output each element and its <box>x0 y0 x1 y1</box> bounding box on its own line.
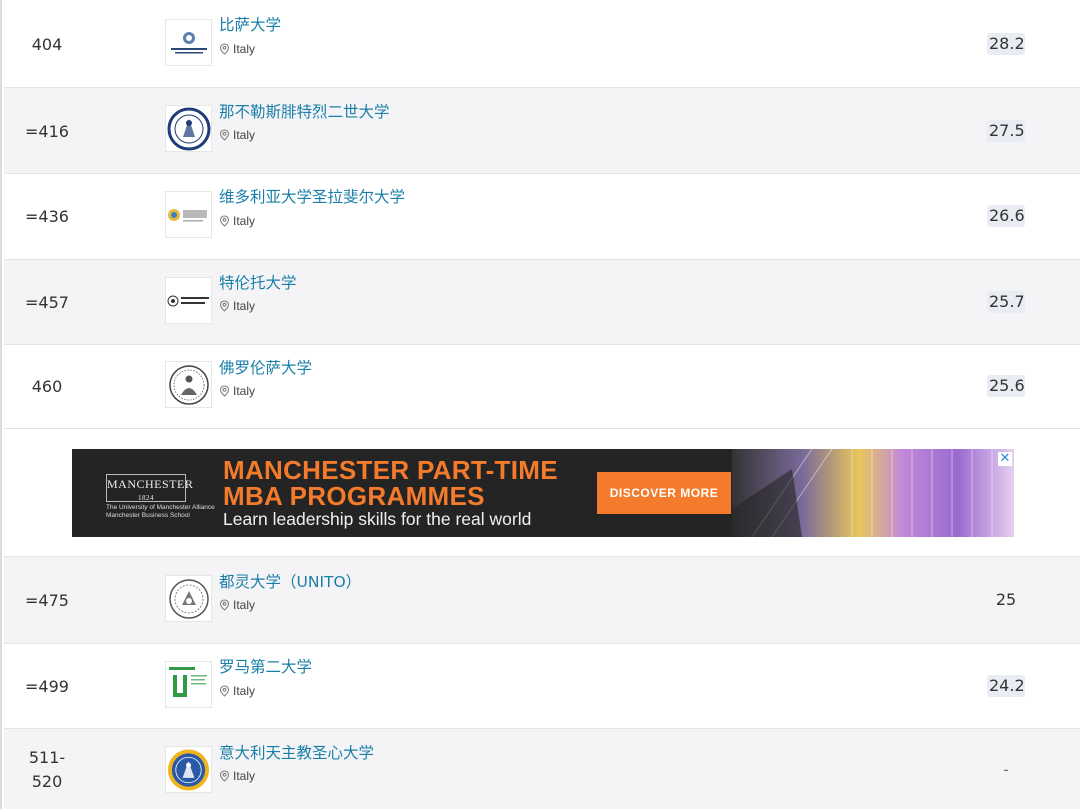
score-badge: 25.6 <box>987 375 1025 397</box>
university-of-pisa-logo[interactable] <box>165 19 212 66</box>
score-badge: 26.6 <box>987 205 1025 227</box>
manchester-logo: MANCHESTER 1824 <box>106 474 193 502</box>
unisr-logo[interactable] <box>165 191 212 238</box>
location-pin-icon <box>219 599 230 611</box>
score-badge: 25.7 <box>987 291 1025 313</box>
discover-more-button[interactable]: DISCOVER MORE <box>597 472 731 514</box>
location-pin-icon <box>219 129 230 141</box>
sacred-heart-seal[interactable] <box>165 746 212 793</box>
ad-logo-subtitle: The University of Manchester Alliance Ma… <box>106 504 215 519</box>
location-pin-icon <box>219 770 230 782</box>
rank-cell: 511- 520 <box>28 748 66 791</box>
florence-seal[interactable] <box>165 361 212 408</box>
university-name-link[interactable]: 意大利天主教圣心大学 <box>219 743 374 763</box>
university-name-link[interactable]: 佛罗伦萨大学 <box>219 358 312 378</box>
location: Italy <box>219 298 255 314</box>
score-badge: - <box>1003 760 1009 779</box>
university-name-link[interactable]: 比萨大学 <box>219 15 281 35</box>
tor-vergata-logo[interactable] <box>165 661 212 708</box>
table-row: =457 特伦托大学 Italy 25.7 <box>4 259 1080 344</box>
location: Italy <box>219 213 255 229</box>
location: Italy <box>219 383 255 399</box>
naples-federico-ii-seal[interactable] <box>165 105 212 152</box>
location-text: Italy <box>233 42 256 56</box>
ad-banner[interactable]: MANCHESTER 1824 The University of Manche… <box>72 449 1014 537</box>
location: Italy <box>219 127 255 143</box>
university-name-link[interactable]: 那不勒斯腓特烈二世大学 <box>219 102 390 122</box>
table-row: 404 比萨大学 Italy 28.2 <box>4 0 1080 87</box>
location-text: Italy <box>233 299 256 313</box>
ad-tagline: Learn leadership skills for the real wor… <box>223 509 532 529</box>
rank-cell: =436 <box>25 207 69 226</box>
turin-seal[interactable] <box>165 575 212 622</box>
university-name-link[interactable]: 罗马第二大学 <box>219 657 312 677</box>
score-badge: 24.2 <box>987 675 1025 697</box>
university-of-trento-logo[interactable] <box>165 277 212 324</box>
university-name-link[interactable]: 维多利亚大学圣拉斐尔大学 <box>219 187 405 207</box>
table-row: =475 都灵大学（UNITO） Italy 25 <box>4 556 1080 643</box>
location-text: Italy <box>233 598 256 612</box>
table-row: =436 维多利亚大学圣拉斐尔大学 Italy 26.6 <box>4 173 1080 259</box>
rank-cell: 404 <box>31 35 63 54</box>
location: Italy <box>219 768 255 784</box>
rankings-table: 404 比萨大学 Italy 28.2 =416 那不勒斯腓特烈二世大学 Ita… <box>0 0 1080 809</box>
location-text: Italy <box>233 384 256 398</box>
location: Italy <box>219 597 255 613</box>
table-row: =416 那不勒斯腓特烈二世大学 Italy 27.5 <box>4 87 1080 173</box>
ad-glass-facade-art <box>732 449 1014 537</box>
location-text: Italy <box>233 684 256 698</box>
ad-headline-1: MANCHESTER PART-TIME <box>223 455 558 485</box>
score-badge: 25 <box>995 590 1017 609</box>
table-row: 511- 520 意大利天主教圣心大学 Italy - <box>4 728 1080 809</box>
location-text: Italy <box>233 128 256 142</box>
rank-cell: =457 <box>25 293 69 312</box>
ad-headline-2: MBA PROGRAMMES <box>223 481 485 511</box>
location-text: Italy <box>233 769 256 783</box>
ad-logo-year: 1824 <box>138 494 154 502</box>
university-name-link[interactable]: 都灵大学（UNITO） <box>219 572 361 592</box>
location-text: Italy <box>233 214 256 228</box>
location-pin-icon <box>219 300 230 312</box>
location-pin-icon <box>219 385 230 397</box>
score-badge: 27.5 <box>987 120 1025 142</box>
location: Italy <box>219 41 255 57</box>
rank-cell: =499 <box>25 677 69 696</box>
rank-cell: 460 <box>31 377 63 396</box>
location-pin-icon <box>219 215 230 227</box>
score-badge: 28.2 <box>987 33 1025 55</box>
location-pin-icon <box>219 685 230 697</box>
rank-cell: =475 <box>25 591 69 610</box>
location: Italy <box>219 683 255 699</box>
ad-logo-text: MANCHESTER <box>107 477 194 491</box>
location-pin-icon <box>219 43 230 55</box>
ad-close-icon[interactable]: ✕ <box>998 452 1012 466</box>
table-row: =499 罗马第二大学 Italy 24.2 <box>4 643 1080 728</box>
university-name-link[interactable]: 特伦托大学 <box>219 273 297 293</box>
table-row: 460 佛罗伦萨大学 Italy 25.6 <box>4 344 1080 429</box>
rank-cell: =416 <box>25 122 69 141</box>
